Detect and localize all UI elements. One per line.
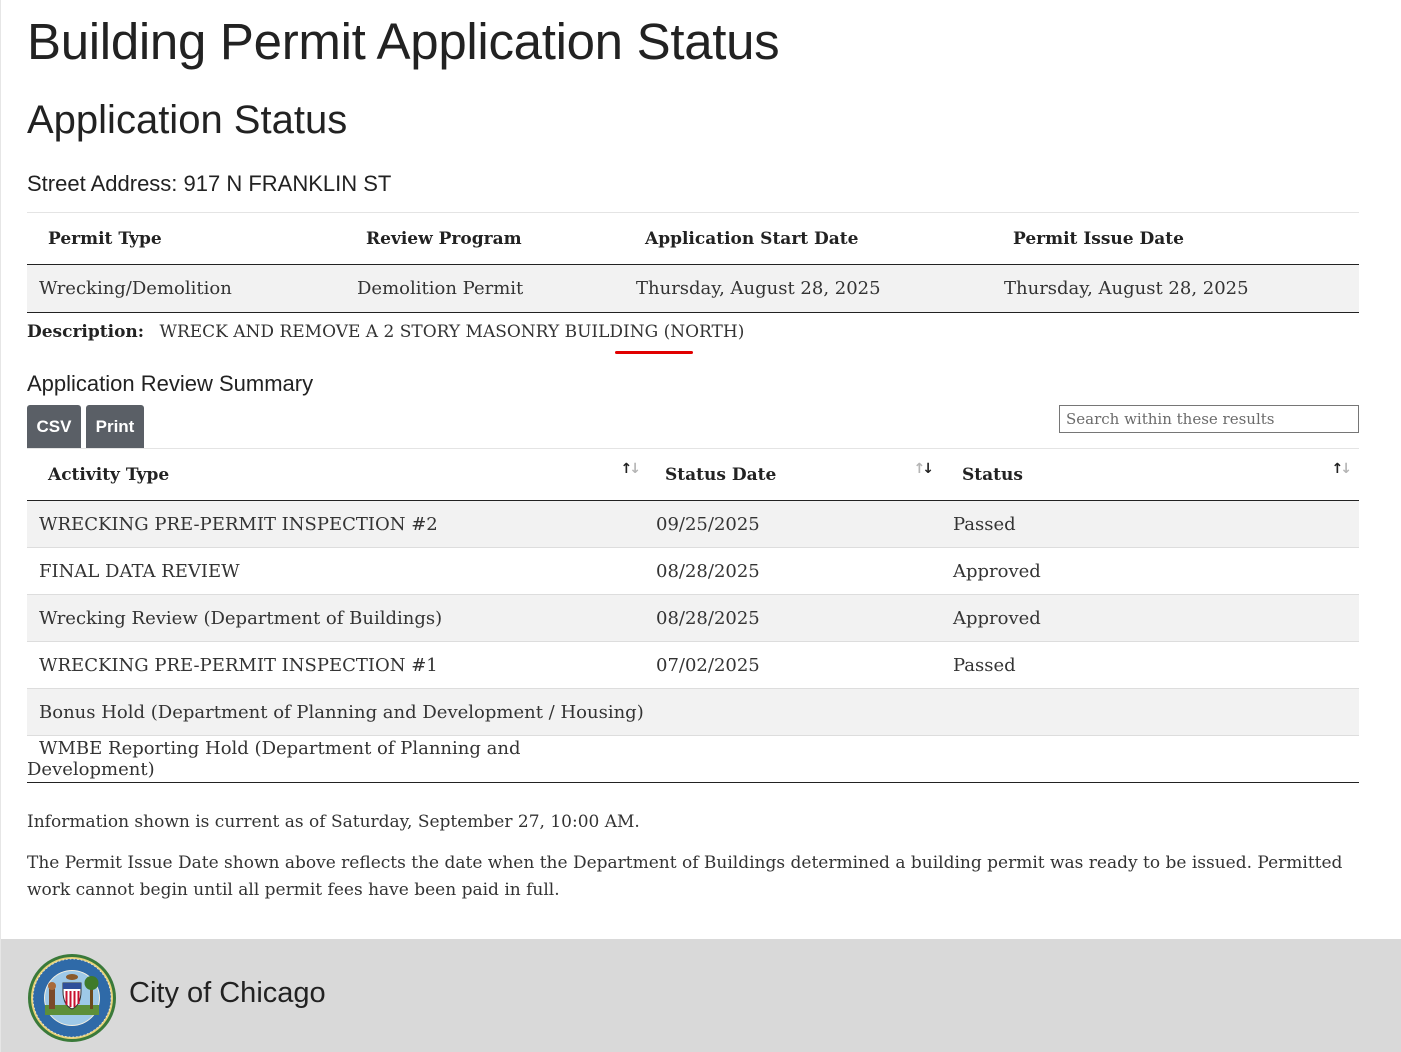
permit-type-value: Wrecking/Demolition	[39, 278, 232, 299]
sort-icon[interactable]: ↑↓	[1332, 461, 1352, 477]
footer: City of Chicago	[1, 939, 1401, 1052]
status-date-cell	[644, 688, 941, 736]
review-table: Activity Type ↑↓ Status Date ↑↓ Status ↑…	[27, 448, 1359, 783]
permit-header-label: Permit Issue Date	[1013, 228, 1184, 249]
review-program-value: Demolition Permit	[357, 278, 524, 299]
status-date-cell: 08/28/2025	[644, 547, 941, 595]
status: Approved	[953, 560, 1041, 582]
status-date-cell: 07/02/2025	[644, 641, 941, 689]
permit-header-row: Permit Type Review Program Application S…	[27, 212, 1359, 265]
status-date	[644, 749, 656, 770]
city-seal-icon[interactable]	[27, 953, 117, 1043]
activity-type: Bonus Hold (Department of Planning and D…	[39, 701, 644, 723]
description-text: WRECK AND REMOVE A 2 STORY MASONRY BUILD…	[159, 322, 745, 342]
activity-type: WRECKING PRE-PERMIT INSPECTION #1	[39, 654, 438, 676]
status-date-cell: 09/25/2025	[644, 500, 941, 548]
permit-header-permit-type: Permit Type	[27, 212, 345, 265]
header-activity-type-label: Activity Type	[48, 464, 170, 485]
review-header-row: Activity Type ↑↓ Status Date ↑↓ Status ↑…	[27, 448, 1359, 501]
status-cell	[941, 735, 1359, 783]
status-date	[644, 702, 656, 723]
status-cell: Passed	[941, 500, 1359, 548]
table-row: WRECKING PRE-PERMIT INSPECTION #2 09/25/…	[27, 500, 1359, 548]
header-status-date-label: Status Date	[665, 464, 777, 485]
activity-type: FINAL DATA REVIEW	[39, 560, 240, 582]
status: Passed	[953, 513, 1016, 535]
start-date-value: Thursday, August 28, 2025	[636, 278, 881, 299]
status-cell	[941, 688, 1359, 736]
table-row: WMBE Reporting Hold (Department of Plann…	[27, 735, 1359, 783]
status-date: 09/25/2025	[656, 513, 760, 535]
status-cell: Approved	[941, 594, 1359, 642]
activity-type: Wrecking Review (Department of Buildings…	[39, 607, 443, 629]
permit-type-cell: Wrecking/Demolition	[27, 264, 345, 313]
status-date: 07/02/2025	[656, 654, 760, 676]
permit-header-label: Application Start Date	[645, 228, 859, 249]
permit-table: Permit Type Review Program Application S…	[27, 212, 1359, 313]
permit-header-start-date: Application Start Date	[624, 212, 992, 265]
table-row: WRECKING PRE-PERMIT INSPECTION #1 07/02/…	[27, 641, 1359, 689]
status-date-cell	[644, 735, 941, 783]
status-date-cell: 08/28/2025	[644, 594, 941, 642]
page-title: Building Permit Application Status	[27, 13, 780, 70]
review-program-cell: Demolition Permit	[345, 264, 624, 313]
review-summary-title: Application Review Summary	[27, 371, 314, 396]
activity-type-cell: Wrecking Review (Department of Buildings…	[27, 594, 644, 642]
sort-icon[interactable]: ↑↓	[914, 461, 935, 477]
header-status[interactable]: Status ↑↓	[941, 448, 1359, 501]
permit-row: Wrecking/Demolition Demolition Permit Th…	[27, 264, 1359, 313]
permit-header-issue-date: Permit Issue Date	[992, 212, 1359, 265]
issue-date-value: Thursday, August 28, 2025	[1004, 278, 1249, 299]
print-button[interactable]: Print	[86, 405, 144, 448]
csv-button[interactable]: CSV	[27, 405, 81, 448]
activity-type: WMBE Reporting Hold (Department of Plann…	[27, 738, 521, 780]
table-row: Bonus Hold (Department of Planning and D…	[27, 688, 1359, 736]
issue-date-note: The Permit Issue Date shown above reflec…	[27, 853, 1343, 900]
status	[941, 702, 953, 723]
permit-header-review-program: Review Program	[345, 212, 624, 265]
description: Description: WRECK AND REMOVE A 2 STORY …	[27, 322, 744, 342]
table-row: Wrecking Review (Department of Buildings…	[27, 594, 1359, 642]
red-underline-annotation	[615, 351, 693, 354]
activity-type-cell: Bonus Hold (Department of Planning and D…	[27, 688, 644, 736]
permit-header-label: Permit Type	[48, 228, 162, 249]
start-date-cell: Thursday, August 28, 2025	[624, 264, 992, 313]
header-activity-type[interactable]: Activity Type ↑↓	[27, 448, 644, 501]
status: Passed	[953, 654, 1016, 676]
activity-type-cell: WRECKING PRE-PERMIT INSPECTION #1	[27, 641, 644, 689]
street-address: Street Address: 917 N FRANKLIN ST	[27, 171, 392, 196]
search-input[interactable]	[1059, 405, 1359, 433]
activity-type: WRECKING PRE-PERMIT INSPECTION #2	[39, 513, 438, 535]
status-cell: Passed	[941, 641, 1359, 689]
current-as-of-note: Information shown is current as of Satur…	[27, 812, 640, 832]
footer-title[interactable]: City of Chicago	[129, 977, 326, 1010]
page-subtitle: Application Status	[27, 98, 348, 142]
header-status-date[interactable]: Status Date ↑↓	[644, 448, 941, 501]
table-row: FINAL DATA REVIEW 08/28/2025 Approved	[27, 547, 1359, 595]
status-date: 08/28/2025	[656, 607, 760, 629]
header-status-label: Status	[962, 464, 1023, 485]
status-date: 08/28/2025	[656, 560, 760, 582]
issue-date-cell: Thursday, August 28, 2025	[992, 264, 1359, 313]
activity-type-cell: WRECKING PRE-PERMIT INSPECTION #2	[27, 500, 644, 548]
sort-icon[interactable]: ↑↓	[621, 461, 641, 477]
description-label: Description:	[27, 322, 145, 342]
activity-type-cell: FINAL DATA REVIEW	[27, 547, 644, 595]
status-cell: Approved	[941, 547, 1359, 595]
activity-type-cell: WMBE Reporting Hold (Department of Plann…	[27, 735, 644, 783]
permit-header-label: Review Program	[366, 228, 522, 249]
status	[941, 749, 953, 770]
status: Approved	[953, 607, 1041, 629]
